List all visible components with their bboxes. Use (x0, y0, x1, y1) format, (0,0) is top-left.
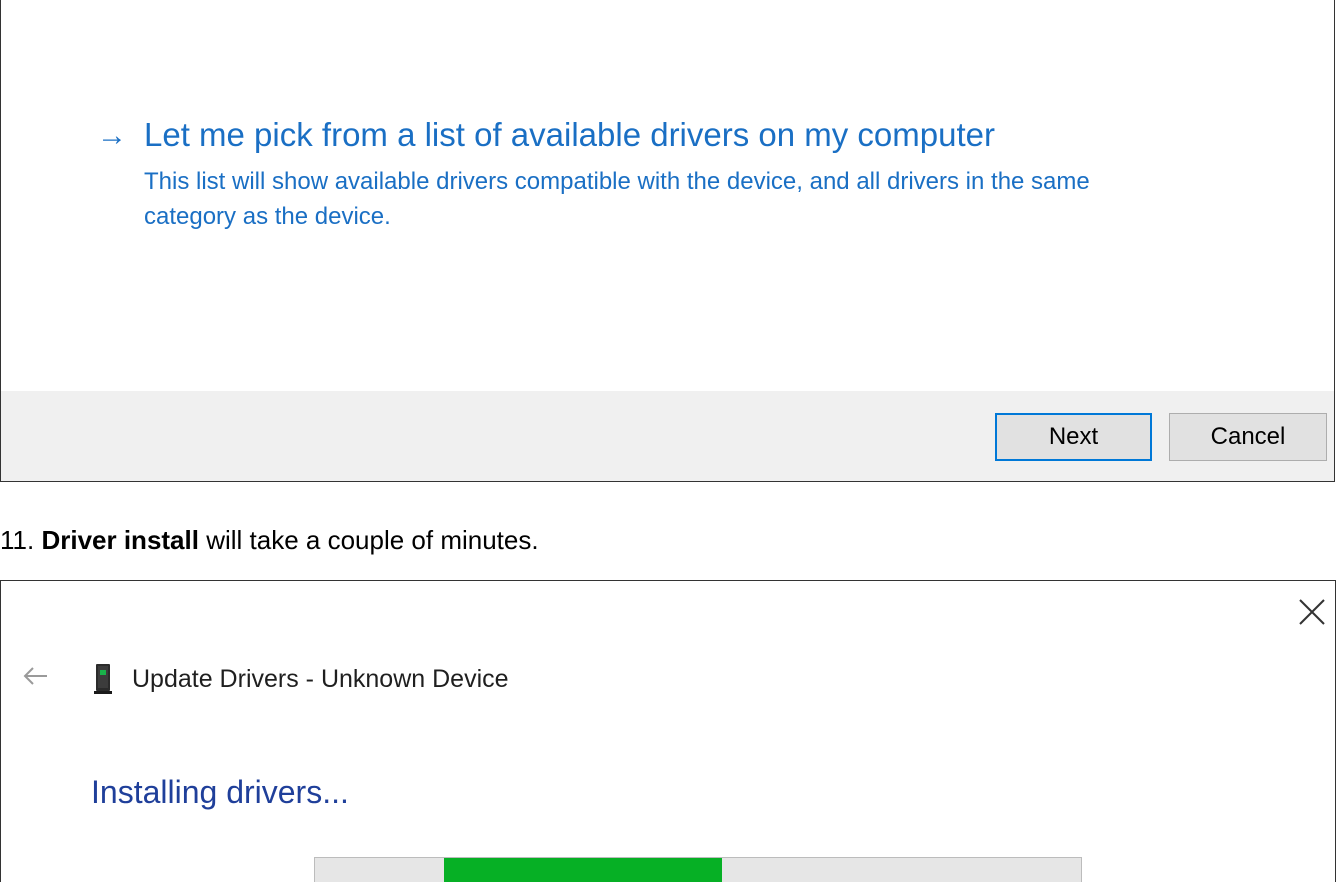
update-drivers-dialog: Update Drivers - Unknown Device Installi… (0, 580, 1336, 882)
option-title[interactable]: Let me pick from a list of available dri… (144, 114, 995, 156)
step-rest-text: will take a couple of minutes. (198, 525, 539, 555)
step-bold-text: Driver install (41, 525, 199, 555)
cancel-button[interactable]: Cancel (1169, 413, 1327, 461)
step-instruction: 11. Driver install will take a couple of… (0, 522, 539, 558)
progress-fill (443, 858, 722, 882)
installing-heading: Installing drivers... (91, 774, 349, 810)
option-arrow-icon: → (97, 119, 127, 152)
dialog-button-bar: Next Cancel (1, 391, 1334, 481)
option-description: This list will show available drivers co… (144, 168, 1090, 230)
next-button[interactable]: Next (995, 413, 1152, 461)
device-icon (93, 663, 113, 695)
install-progress-bar (314, 857, 1082, 882)
update-drivers-dialog-top: → Let me pick from a list of available d… (0, 0, 1335, 482)
close-icon[interactable] (1297, 597, 1327, 627)
dialog-title: Update Drivers - Unknown Device (132, 665, 509, 693)
step-number: 11. (0, 525, 35, 555)
back-arrow-icon[interactable] (23, 665, 49, 687)
